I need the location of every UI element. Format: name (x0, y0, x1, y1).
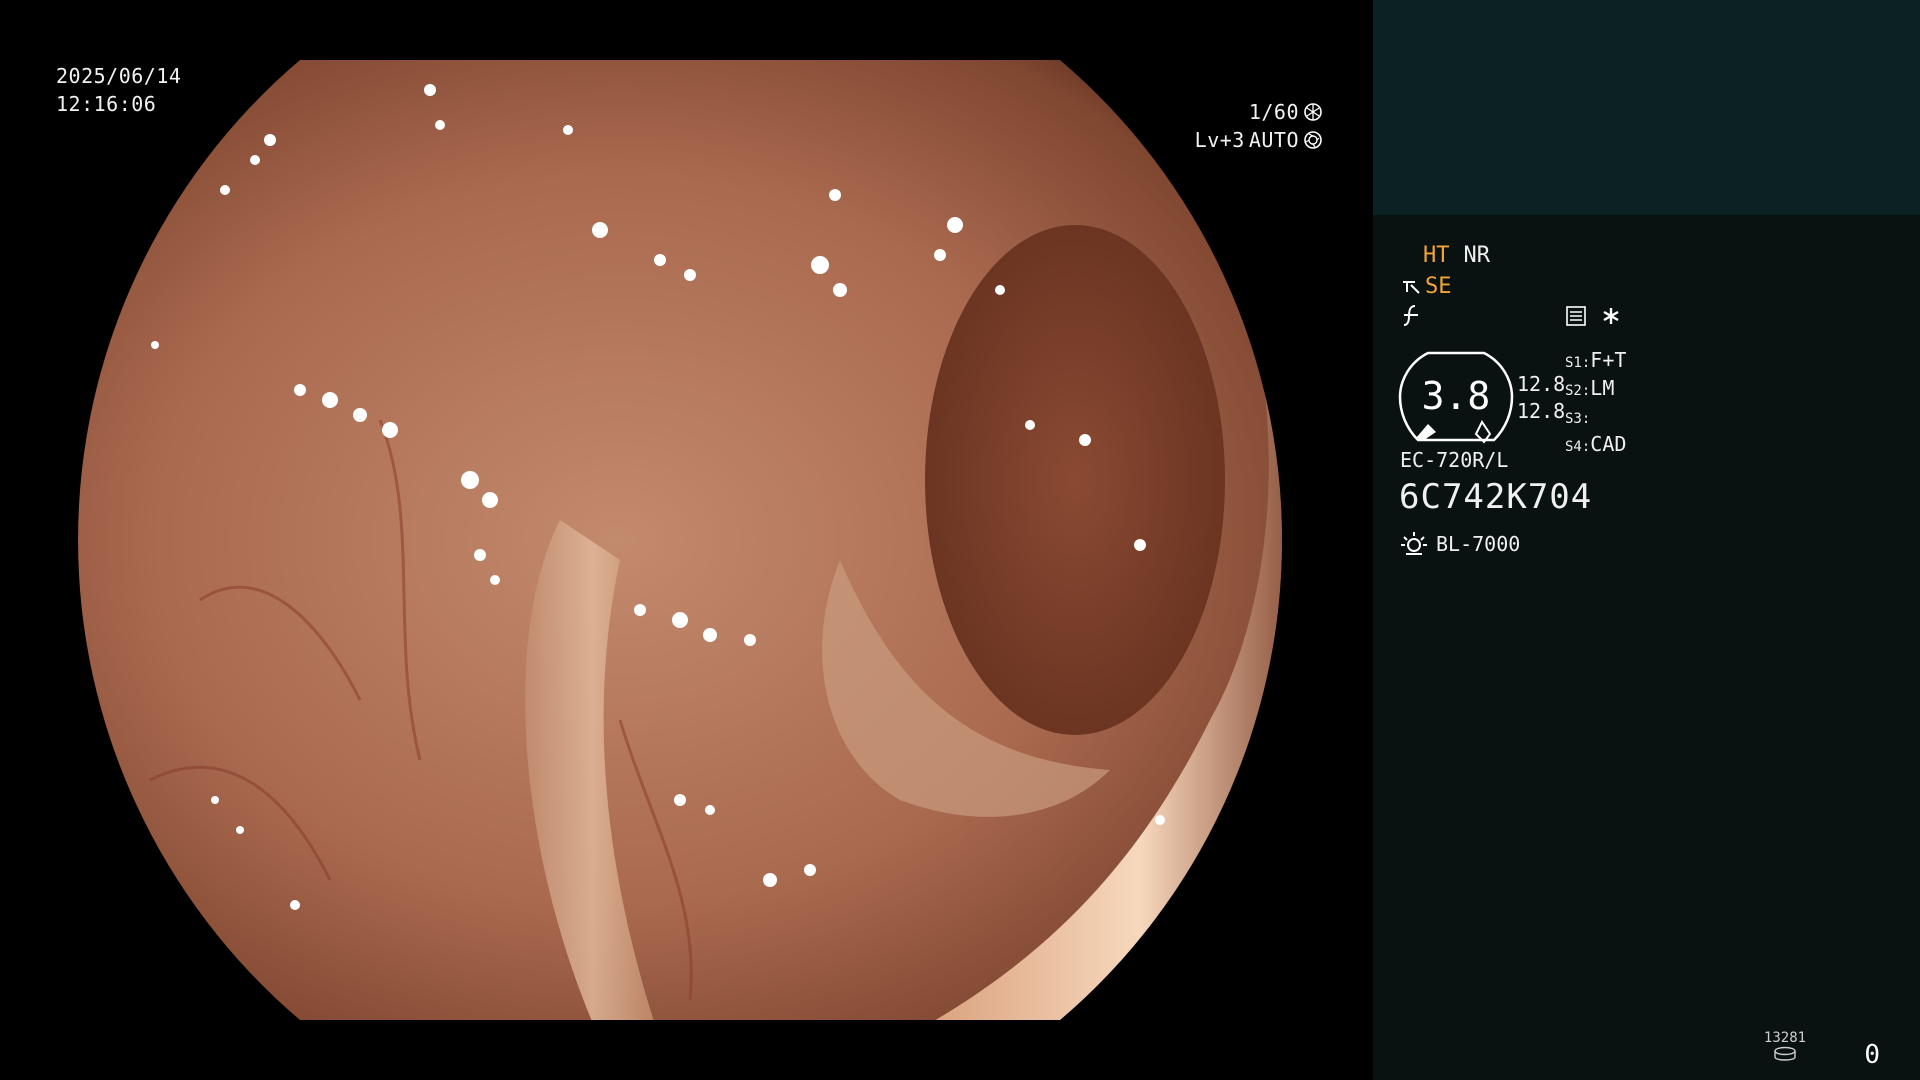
scope-value: 3.8 (1421, 374, 1491, 418)
endoscope-image-area: 2025/06/14 12:16:06 1/60 Lv+3 AUTO (0, 0, 1373, 1080)
status-icons-row (1565, 305, 1621, 327)
slot-value: LM (1590, 376, 1615, 400)
mode-row-3 (1401, 303, 1423, 335)
ht-indicator: HT (1423, 243, 1450, 268)
slot-2: S2:LM (1565, 376, 1626, 404)
measure-values: 12.8 12.8 (1517, 371, 1565, 425)
slot-label: S1: (1565, 355, 1591, 371)
slot-4: S4:CAD (1565, 432, 1626, 460)
time-text: 12:16:06 (56, 92, 157, 116)
date-text: 2025/06/14 (56, 64, 182, 88)
iris-level-text: Lv+3 (1194, 128, 1245, 152)
panel-header-area (1373, 0, 1920, 215)
slot-label: S2: (1565, 383, 1591, 399)
light-source-row: BL-7000 (1400, 530, 1520, 558)
settings-icon (1566, 306, 1586, 326)
mode-row-1: HT NR (1423, 242, 1490, 270)
shutter-text: 1/60 (1248, 100, 1299, 124)
iris-mode-text: AUTO (1248, 128, 1299, 152)
storage-icon (1774, 1046, 1796, 1061)
slot-1: S1:F+T (1565, 348, 1626, 376)
slot-label: S3: (1565, 411, 1591, 427)
exposure-display: 1/60 Lv+3 AUTO (1195, 98, 1323, 154)
counter-text: 13281 (1763, 1030, 1807, 1046)
scope-tip-icon (1403, 281, 1420, 294)
measure-value-top: 12.8 (1517, 372, 1566, 396)
light-source-icon (1401, 532, 1427, 555)
slot-3: S3: (1565, 404, 1626, 432)
scope-model: EC-720R/L (1400, 448, 1509, 472)
mode-row-2: SE (1401, 273, 1452, 301)
se-indicator: SE (1425, 274, 1452, 299)
measure-value-bottom: 12.8 (1517, 399, 1566, 423)
iris-icon (1304, 131, 1322, 149)
date-time-display: 2025/06/14 12:16:06 (56, 62, 181, 118)
switch-assignments: S1:F+T S2:LM S3: S4:CAD (1565, 348, 1626, 460)
filter-icon (1403, 305, 1418, 326)
image-counter: 13281 (1763, 1030, 1807, 1066)
zero-indicator: 0 (1864, 1040, 1880, 1070)
slot-value: F+T (1590, 348, 1627, 372)
shutter-icon (1304, 103, 1322, 121)
asterisk-icon (1603, 308, 1619, 324)
nr-indicator: NR (1463, 243, 1491, 268)
scope-serial: 6C742K704 (1399, 477, 1593, 517)
slot-label: S4: (1565, 439, 1591, 455)
light-source-text: BL-7000 (1436, 532, 1521, 556)
info-panel: HT NR SE 3.8 12.8 12.8 S1:F+T S2:LM S3: … (1373, 0, 1920, 1080)
slot-value: CAD (1590, 432, 1627, 456)
endoscope-view (78, 60, 1282, 1020)
